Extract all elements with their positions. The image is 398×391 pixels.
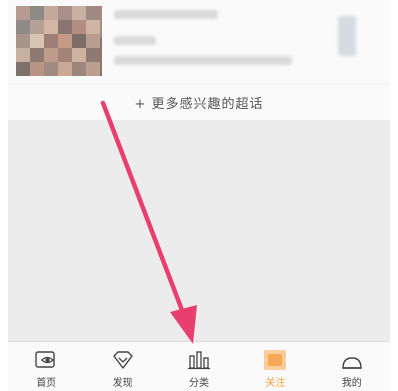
tab-profile-label: 我的 [341,378,362,389]
followed-topic-card[interactable] [8,0,390,84]
category-bars-icon [187,349,211,371]
tab-category-label: 分类 [188,378,209,389]
topic-avatar [16,6,102,76]
tab-follow-label: 关注 [265,378,286,389]
tab-profile[interactable]: 我的 [314,342,390,389]
more-topics-row[interactable]: + 更多感兴趣的超话 [8,84,390,120]
tab-home-label: 首页 [36,378,57,389]
topic-meta-blurred [114,36,156,45]
tab-discover[interactable]: 发现 [85,342,161,389]
profile-icon [340,349,364,371]
checkin-button-blurred[interactable] [338,16,356,56]
tab-follow[interactable]: 关注 [237,342,313,389]
tab-home[interactable]: 首页 [8,342,84,389]
home-eye-icon [34,349,58,371]
topic-title-blurred [114,10,218,19]
topic-desc-blurred [114,56,292,65]
tab-category[interactable]: 分类 [161,342,237,389]
discover-diamond-icon [111,349,135,371]
bottom-tab-bar: 首页 发现 分类 关注 我的 [8,341,390,391]
more-topics-label: + 更多感兴趣的超话 [134,97,264,112]
tab-discover-label: 发现 [112,378,133,389]
app-screen: + 更多感兴趣的超话 首页 发现 分类 关注 我的 [8,0,390,391]
follow-icon [263,349,287,371]
